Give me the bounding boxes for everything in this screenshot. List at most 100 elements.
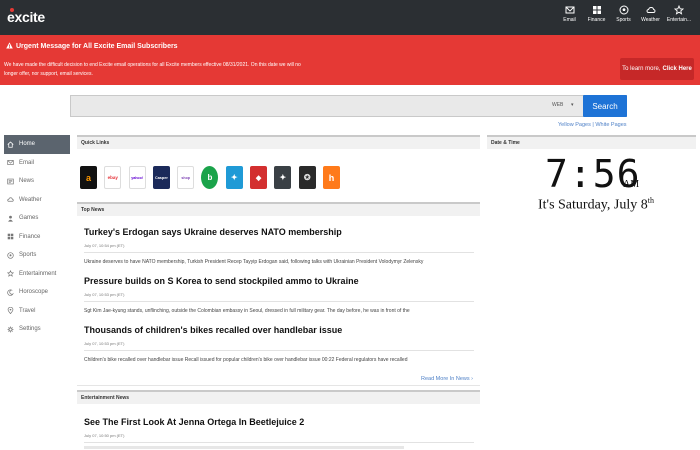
cloud-icon <box>7 196 14 203</box>
white-pages-link[interactable]: White Pages <box>595 122 626 128</box>
quick-links-row: a ebay yahoo! Casper shop b ✦ ◆ ✦ ✪ h <box>80 166 347 189</box>
clock-ampm: AM <box>623 179 640 190</box>
topnav-weather[interactable]: Weather <box>637 5 664 23</box>
sidebar-item-home[interactable]: Home <box>4 135 70 154</box>
date-text: It's Saturday, July 8 <box>538 197 648 213</box>
news-article-snippet-placeholder <box>84 446 404 449</box>
news-article-time: July 07, 10:54 pm (ET) <box>84 243 125 248</box>
sidebar-item-label: Home <box>19 141 36 148</box>
topnav-sports[interactable]: Sports <box>610 5 637 23</box>
date-ordinal: th <box>647 196 654 205</box>
finance-icon <box>592 6 601 14</box>
news-article-title[interactable]: Turkey's Erdogan says Ukraine deserves N… <box>84 227 342 237</box>
directory-separator: | <box>592 122 594 128</box>
sidebar-item-entertainment[interactable]: Entertainment <box>4 265 70 284</box>
search-input[interactable] <box>71 96 541 116</box>
sidebar-item-label: Sports <box>19 252 37 259</box>
topnav-email[interactable]: Email <box>556 5 583 23</box>
date-line: It's Saturday, July 8th <box>538 196 654 214</box>
read-more-news-link[interactable]: Read More In News › <box>421 376 473 382</box>
divider <box>84 442 474 443</box>
sidebar-item-label: Travel <box>19 307 36 314</box>
search-scope-select[interactable]: WEB <box>552 102 563 108</box>
sidebar-item-label: Entertainment <box>19 270 57 277</box>
topnav-finance-label: Finance <box>587 17 606 23</box>
news-article-snippet: Sgt Kim Jae-kyung stands, unflinching, o… <box>84 308 410 314</box>
yellow-pages-link[interactable]: Yellow Pages <box>558 122 591 128</box>
news-article-time: July 07, 10:53 pm (ET) <box>84 292 125 297</box>
news-article-snippet: Children's bike recalled over handlebar … <box>84 357 408 363</box>
sidebar-item-weather[interactable]: Weather <box>4 191 70 210</box>
sidebar-item-email[interactable]: Email <box>4 154 70 173</box>
sports-icon <box>7 252 14 259</box>
chevron-down-icon[interactable]: ▾ <box>571 102 574 108</box>
sidebar-item-label: Horoscope <box>19 289 49 296</box>
news-article-title[interactable]: Pressure builds on S Korea to send stock… <box>84 276 359 286</box>
entertainment-news-header: Entertainment News <box>77 390 480 404</box>
learn-more-prefix: To learn more, <box>622 66 661 72</box>
sidebar-item-sports[interactable]: Sports <box>4 246 70 265</box>
quick-link-yahoo[interactable]: yahoo! <box>128 166 146 189</box>
read-more-label: Read More In News <box>421 376 470 382</box>
news-article-title[interactable]: See The First Look At Jenna Ortega In Be… <box>84 417 304 427</box>
topnav-weather-label: Weather <box>641 17 660 23</box>
click-here-link[interactable]: Click Here <box>663 66 692 72</box>
quick-link-red-deal[interactable]: ◆ <box>250 166 268 189</box>
urgent-title: Urgent Message for All Excite Email Subs… <box>16 43 178 50</box>
topnav-entertainment-label: Entertain... <box>666 17 692 23</box>
sports-icon <box>619 5 628 15</box>
learn-more-button[interactable]: To learn more, Click Here <box>620 58 694 80</box>
divider <box>84 301 474 302</box>
mail-icon <box>565 6 574 14</box>
quick-link-casper[interactable]: Casper <box>152 166 170 189</box>
news-article-time: July 07, 10:50 pm (ET) <box>84 433 125 438</box>
divider <box>77 385 480 386</box>
search-button[interactable]: Search <box>583 95 627 117</box>
horoscope-icon <box>7 289 14 296</box>
quick-link-ebay[interactable]: ebay <box>104 166 122 189</box>
top-nav: Email Finance Sports Weather Entertain..… <box>556 5 694 23</box>
finance-icon <box>7 233 14 240</box>
divider <box>84 252 474 253</box>
weather-icon <box>646 7 655 13</box>
quick-links-header: Quick Links <box>77 135 480 149</box>
entertainment-icon <box>7 270 14 278</box>
excite-logo[interactable]: excite <box>7 9 45 25</box>
sidebar: Home Email News Weather Games Finance Sp… <box>4 135 70 339</box>
home-icon <box>7 141 14 148</box>
urgent-body: We have made the difficult decision to e… <box>4 62 301 77</box>
news-article-time: July 07, 10:53 pm (ET) <box>84 341 125 346</box>
topnav-entertainment[interactable]: Entertain... <box>664 5 694 23</box>
sidebar-item-label: News <box>19 178 35 185</box>
directory-links: Yellow Pages | White Pages <box>558 122 627 128</box>
quick-link-blue-shop[interactable]: ✦ <box>225 166 243 189</box>
sidebar-item-label: Settings <box>19 326 41 333</box>
quick-link-dark-star[interactable]: ✦ <box>274 166 292 189</box>
quick-link-orange-h[interactable]: h <box>322 166 340 189</box>
topnav-finance[interactable]: Finance <box>583 5 610 23</box>
sidebar-item-games[interactable]: Games <box>4 209 70 228</box>
news-article-snippet: Ukraine deserves to have NATO membership… <box>84 259 424 265</box>
sidebar-item-settings[interactable]: Settings <box>4 320 70 339</box>
sidebar-item-travel[interactable]: Travel <box>4 302 70 321</box>
games-icon <box>7 215 14 222</box>
star-icon <box>674 5 684 15</box>
date-time-header: Date & Time <box>487 135 696 149</box>
travel-icon <box>7 307 14 315</box>
mail-icon <box>7 159 14 166</box>
quick-link-mercedes[interactable]: ✪ <box>298 166 316 189</box>
sidebar-item-news[interactable]: News <box>4 172 70 191</box>
sidebar-item-label: Games <box>19 215 39 222</box>
warning-icon <box>6 42 13 51</box>
quick-link-shop[interactable]: shop <box>177 166 195 189</box>
sidebar-item-finance[interactable]: Finance <box>4 228 70 247</box>
top-news-header: Top News <box>77 202 480 216</box>
gear-icon <box>7 326 14 333</box>
quick-link-amazon[interactable]: a <box>80 166 97 189</box>
urgent-title-row: Urgent Message for All Excite Email Subs… <box>6 42 178 51</box>
quick-link-green-b[interactable]: b <box>201 166 219 189</box>
news-article-title[interactable]: Thousands of children's bikes recalled o… <box>84 325 342 335</box>
sidebar-item-label: Weather <box>19 196 42 203</box>
topnav-email-label: Email <box>563 17 576 23</box>
sidebar-item-horoscope[interactable]: Horoscope <box>4 283 70 302</box>
